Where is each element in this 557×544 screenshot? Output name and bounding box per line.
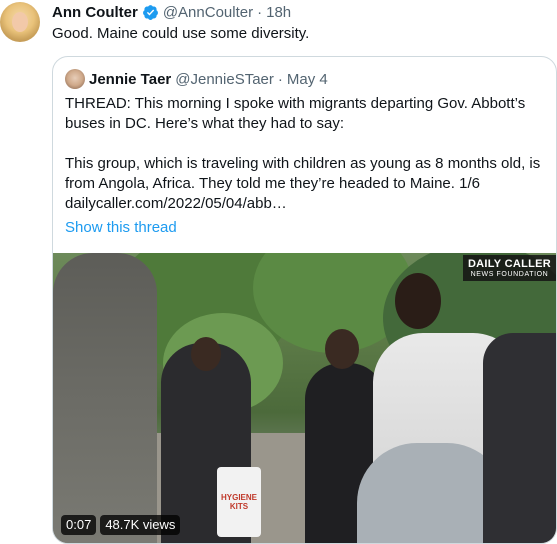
quoted-link[interactable]: dailycaller.com/2022/05/04/abb… xyxy=(65,194,545,214)
quoted-text-line: THREAD: This morning I spoke with migran… xyxy=(65,95,526,112)
watermark-line2: NEWS FOUNDATION xyxy=(470,271,549,278)
header-separator: · xyxy=(257,3,263,21)
tweet-time[interactable]: 18h xyxy=(266,4,291,21)
person-figure xyxy=(483,333,556,543)
verified-badge-icon xyxy=(142,4,158,20)
hygiene-kits-bag: HYGIENE KITS xyxy=(217,467,261,537)
quoted-author-handle: @JennieSTaer xyxy=(175,70,274,88)
author-name[interactable]: Ann Coulter xyxy=(52,4,138,21)
author-handle[interactable]: @AnnCoulter xyxy=(163,4,253,21)
video-duration: 0:07 xyxy=(61,515,97,535)
person-figure xyxy=(191,337,221,371)
hygiene-kits-text: HYGIENE KITS xyxy=(221,493,258,511)
quoted-author-name: Jennie Taer xyxy=(89,70,172,88)
quoted-tweet-card[interactable]: Jennie Taer @JennieSTaer · May 4 THREAD:… xyxy=(52,56,557,544)
show-thread-link[interactable]: Show this thread xyxy=(65,218,177,238)
daily-caller-watermark: DAILY CALLER NEWS FOUNDATION xyxy=(462,255,556,281)
person-figure xyxy=(53,253,157,543)
quoted-tweet-header: Jennie Taer @JennieSTaer · May 4 xyxy=(65,69,328,89)
quoted-text-line: from Angola, Africa. They told me they’r… xyxy=(65,175,480,192)
quoted-text-line: This group, which is traveling with chil… xyxy=(65,155,541,172)
tweet-text: Good. Maine could use some diversity. xyxy=(52,25,310,42)
quoted-author-avatar xyxy=(65,69,85,89)
quoted-tweet-date: May 4 xyxy=(286,70,328,88)
person-figure xyxy=(325,329,359,369)
video-stats: 0:07 48.7K views xyxy=(61,515,181,535)
quoted-header-separator: · xyxy=(277,70,283,88)
video-views: 48.7K views xyxy=(100,515,181,535)
quoted-tweet-text: THREAD: This morning I spoke with migran… xyxy=(65,94,545,214)
quoted-text-line: buses in DC. Here’s what they had to say… xyxy=(65,115,345,132)
person-figure xyxy=(395,273,441,329)
tweet-header: Ann Coulter @AnnCoulter · 18h xyxy=(52,2,291,22)
video-player[interactable]: HYGIENE KITS DAILY CALLER NEWS FOUNDATIO… xyxy=(53,253,556,543)
watermark-line1: DAILY CALLER xyxy=(467,258,551,270)
author-avatar[interactable] xyxy=(0,2,40,42)
